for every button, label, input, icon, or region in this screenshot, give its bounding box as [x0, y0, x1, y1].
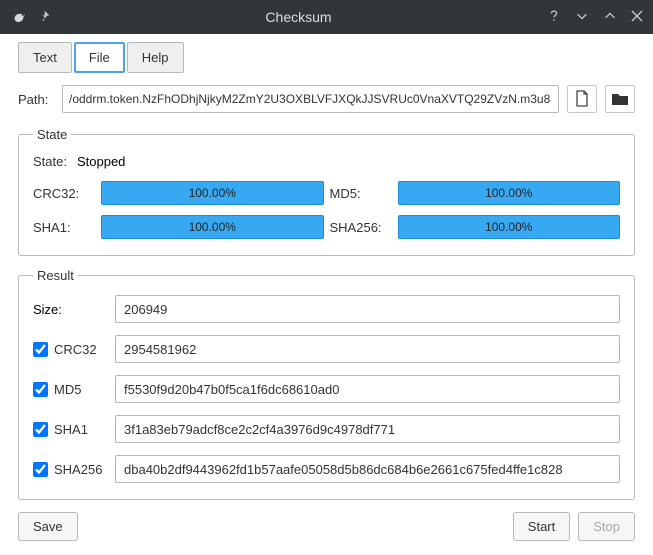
md5-result[interactable] [115, 375, 620, 403]
maximize-icon[interactable] [603, 9, 617, 26]
sha256-result[interactable] [115, 455, 620, 483]
folder-icon [611, 92, 629, 106]
state-label: State: [33, 154, 67, 169]
browse-button[interactable] [605, 85, 635, 113]
help-icon[interactable] [547, 9, 561, 26]
sha256-progress: 100.00% [398, 215, 621, 239]
crc32-progress: 100.00% [101, 181, 324, 205]
sha1-checkbox[interactable] [33, 422, 48, 437]
path-label: Path: [18, 92, 54, 107]
app-icon [10, 7, 28, 28]
sha1-checkbox-label[interactable]: SHA1 [33, 422, 107, 437]
sha1-result[interactable] [115, 415, 620, 443]
sha256-label: SHA256: [330, 220, 392, 235]
sha1-label: SHA1: [33, 220, 95, 235]
minimize-icon[interactable] [575, 9, 589, 26]
state-legend: State [33, 127, 71, 142]
tab-help[interactable]: Help [127, 42, 184, 73]
titlebar: Checksum [0, 0, 653, 34]
md5-checkbox-label[interactable]: MD5 [33, 382, 107, 397]
crc32-result[interactable] [115, 335, 620, 363]
path-input[interactable] [62, 85, 559, 113]
md5-label: MD5: [330, 186, 392, 201]
stop-button[interactable]: Stop [578, 512, 635, 541]
crc32-label: CRC32: [33, 186, 95, 201]
md5-progress: 100.00% [398, 181, 621, 205]
copy-path-button[interactable] [567, 85, 597, 113]
window-title: Checksum [50, 9, 547, 25]
crc32-checkbox-label[interactable]: CRC32 [33, 342, 107, 357]
md5-checkbox[interactable] [33, 382, 48, 397]
pin-icon[interactable] [38, 10, 50, 25]
sha1-progress: 100.00% [101, 215, 324, 239]
result-legend: Result [33, 268, 78, 283]
close-icon[interactable] [631, 10, 643, 25]
file-icon [574, 90, 590, 108]
save-button[interactable]: Save [18, 512, 78, 541]
state-group: State State: Stopped CRC32: 100.00% MD5:… [18, 127, 635, 256]
crc32-checkbox[interactable] [33, 342, 48, 357]
tab-text[interactable]: Text [18, 42, 72, 73]
size-value[interactable] [115, 295, 620, 323]
size-label: Size: [33, 302, 107, 317]
state-value: Stopped [77, 154, 125, 169]
sha256-checkbox[interactable] [33, 462, 48, 477]
tab-file[interactable]: File [74, 42, 125, 73]
result-group: Result Size: CRC32 MD5 SHA1 SHA256 [18, 268, 635, 500]
start-button[interactable]: Start [513, 512, 570, 541]
tab-bar: Text File Help [18, 42, 635, 73]
sha256-checkbox-label[interactable]: SHA256 [33, 462, 107, 477]
